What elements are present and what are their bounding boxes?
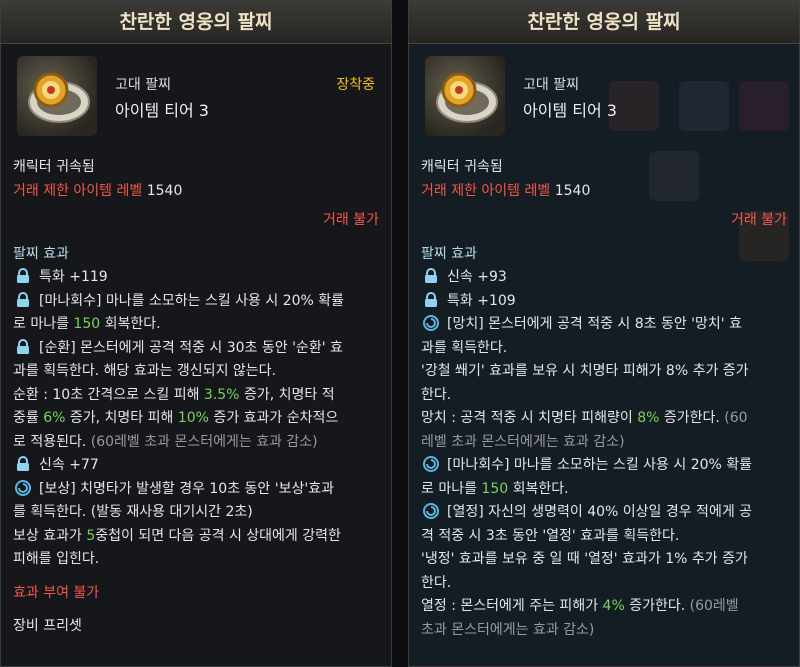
item-tier: 아이템 티어 3 [523, 101, 617, 120]
effect-line: 로 마나를 150 회복한다. [13, 316, 161, 332]
bound-text: 캐릭터 귀속됨 [421, 159, 503, 175]
equipment-preset-label: 장비 프리셋 [13, 618, 82, 634]
tooltip-right: 찬란한 영웅의 팔찌 고대 팔찌 아이템 티어 3 캐릭터 귀속됨 거래 제한 … [408, 0, 800, 667]
lock-icon [423, 268, 439, 284]
effect-line: 중률 6% 증가, 치명타 피해 10% 증가 효과가 순차적으 [13, 410, 339, 426]
effect-line: '강철 쐐기' 효과를 보유 시 치명타 피해가 8% 추가 증가 [421, 363, 749, 379]
item-tier: 아이템 티어 3 [115, 101, 209, 120]
lock-icon [15, 456, 31, 472]
bracelet-icon [425, 56, 505, 136]
effect-line: [마나회수] 마나를 소모하는 스킬 사용 시 20% 확률 [421, 454, 787, 478]
effect-line: [순환] 몬스터에게 공격 적중 시 30초 동안 '순환' 효 [13, 337, 379, 361]
effect-line: 과를 획득한다. [421, 339, 508, 356]
effects-header: 팔찌 효과 [13, 245, 69, 262]
tooltip-left: 찬란한 영웅의 팔찌 고대 팔찌 아이템 티어 3 장착중 캐릭터 귀속됨 거래… [0, 0, 392, 667]
trade-level: 거래 제한 아이템 레벨 1540 [421, 180, 787, 204]
effect-line: 초과 몬스터에게는 효과 감소) [421, 621, 595, 638]
effect-line: 로 마나를 150 회복한다. [421, 480, 569, 497]
swirl-icon [423, 503, 439, 519]
item-title: 찬란한 영웅의 팔찌 [1, 1, 391, 44]
effects-header: 팔찌 효과 [421, 245, 477, 262]
effect-line: 한다. [421, 574, 452, 591]
lock-icon [423, 291, 439, 308]
effect-line: 신속 +77 [13, 454, 379, 478]
lock-icon [15, 268, 31, 284]
equipped-status: 장착중 [336, 77, 375, 93]
trade-level-label: 거래 제한 아이템 레벨 [13, 182, 143, 199]
bracelet-icon [17, 56, 97, 136]
trade-level-value: 1540 [146, 182, 183, 199]
effect-line: 보상 효과가 5중첩이 되면 다음 공격 시 상대에게 강력한 [13, 527, 341, 544]
effect-line: 과를 획득한다. 해당 효과는 갱신되지 않는다. [13, 363, 276, 379]
effect-line: [망치] 몬스터에게 공격 적중 시 8초 동안 '망치' 효 [421, 313, 787, 337]
trade-level: 거래 제한 아이템 레벨 1540 [13, 180, 379, 204]
effect-line: 피해를 입힌다. [13, 551, 100, 567]
bound-text: 캐릭터 귀속됨 [13, 159, 95, 175]
item-type: 고대 팔찌 [115, 77, 171, 93]
effect-line: 레벨 초과 몬스터에게는 효과 감소) [421, 433, 625, 450]
effect-line: 순환 : 10초 간격으로 스킬 피해 3.5% 증가, 치명타 적 [13, 386, 335, 403]
effect-line: 특화 +109 [421, 290, 787, 314]
effect-line: 특화 +119 [13, 266, 379, 290]
no-effect-text: 효과 부여 불가 [13, 584, 100, 601]
swirl-icon [423, 315, 439, 331]
effect-line: 격 적중 시 3초 동안 '열정' 효과를 획득한다. [421, 527, 680, 544]
effect-line: [열정] 자신의 생명력이 40% 이상일 경우 적에게 공 [421, 501, 787, 525]
effect-line: [보상] 치명타가 발생할 경우 10초 동안 '보상'효과 [13, 478, 379, 502]
trade-level-label: 거래 제한 아이템 레벨 [421, 182, 551, 199]
swirl-icon [423, 456, 439, 472]
lock-icon [15, 291, 31, 308]
effect-line: 신속 +93 [421, 266, 787, 290]
effect-line: '냉정' 효과를 보유 중 일 때 '열정' 효과가 1% 추가 증가 [421, 551, 748, 567]
item-type: 고대 팔찌 [523, 77, 579, 93]
effect-line: 열정 : 몬스터에게 주는 피해가 4% 증가한다. (60레벨 [421, 598, 739, 614]
trade-status: 거래 불가 [731, 212, 787, 228]
item-title: 찬란한 영웅의 팔찌 [409, 1, 799, 44]
swirl-icon [15, 479, 31, 496]
effect-line: 를 획득한다. (발동 재사용 대기시간 2초) [13, 504, 253, 520]
effect-line: 한다. [421, 386, 452, 403]
trade-status: 거래 불가 [323, 212, 379, 228]
effect-line: [마나회수] 마나를 소모하는 스킬 사용 시 20% 확률 [13, 290, 379, 314]
lock-icon [15, 338, 31, 355]
effect-line: 망치 : 공격 적중 시 치명타 피해량이 8% 증가한다. (60 [421, 410, 748, 426]
effect-line: 로 적용된다. (60레벨 초과 몬스터에게는 효과 감소) [13, 433, 318, 450]
trade-level-value: 1540 [554, 182, 591, 199]
